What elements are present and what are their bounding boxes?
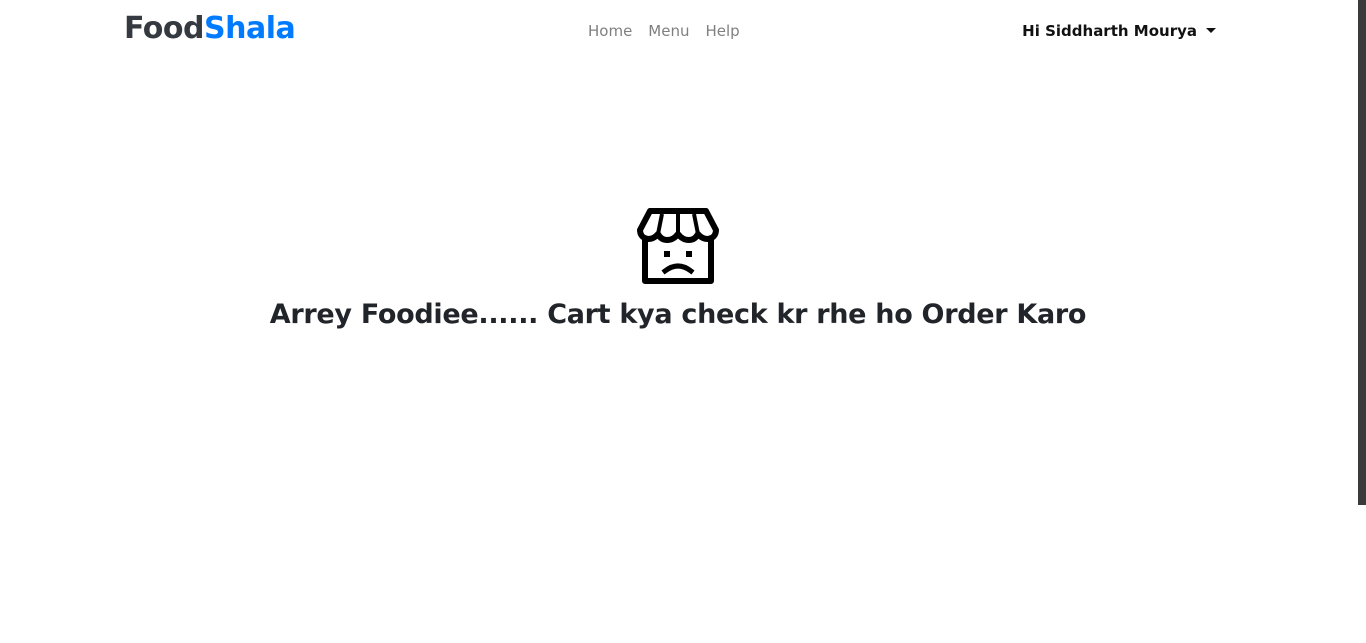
user-greeting: Hi Siddharth Mourya — [1022, 22, 1197, 40]
navbar: FoodShala Home Menu Help Hi Siddharth Mo… — [0, 0, 1356, 62]
brand-logo[interactable]: FoodShala — [124, 10, 296, 48]
nav-link-home[interactable]: Home — [580, 20, 640, 42]
nav-link-help[interactable]: Help — [697, 20, 747, 42]
empty-cart-state: Arrey Foodiee...... Cart kya check kr rh… — [0, 206, 1356, 332]
nav-link-menu[interactable]: Menu — [640, 20, 697, 42]
brand-logo-shala: Shala — [203, 11, 296, 46]
page-scrollbar[interactable] — [1358, 0, 1366, 505]
sad-store-icon — [637, 208, 719, 284]
user-dropdown-toggle[interactable]: Hi Siddharth Mourya — [1022, 20, 1216, 42]
page: FoodShala Home Menu Help Hi Siddharth Mo… — [0, 0, 1366, 643]
brand-logo-food: Food — [124, 11, 204, 46]
nav-links: Home Menu Help — [580, 20, 748, 42]
caret-down-icon — [1206, 27, 1216, 33]
empty-cart-message: Arrey Foodiee...... Cart kya check kr rh… — [269, 299, 1087, 330]
